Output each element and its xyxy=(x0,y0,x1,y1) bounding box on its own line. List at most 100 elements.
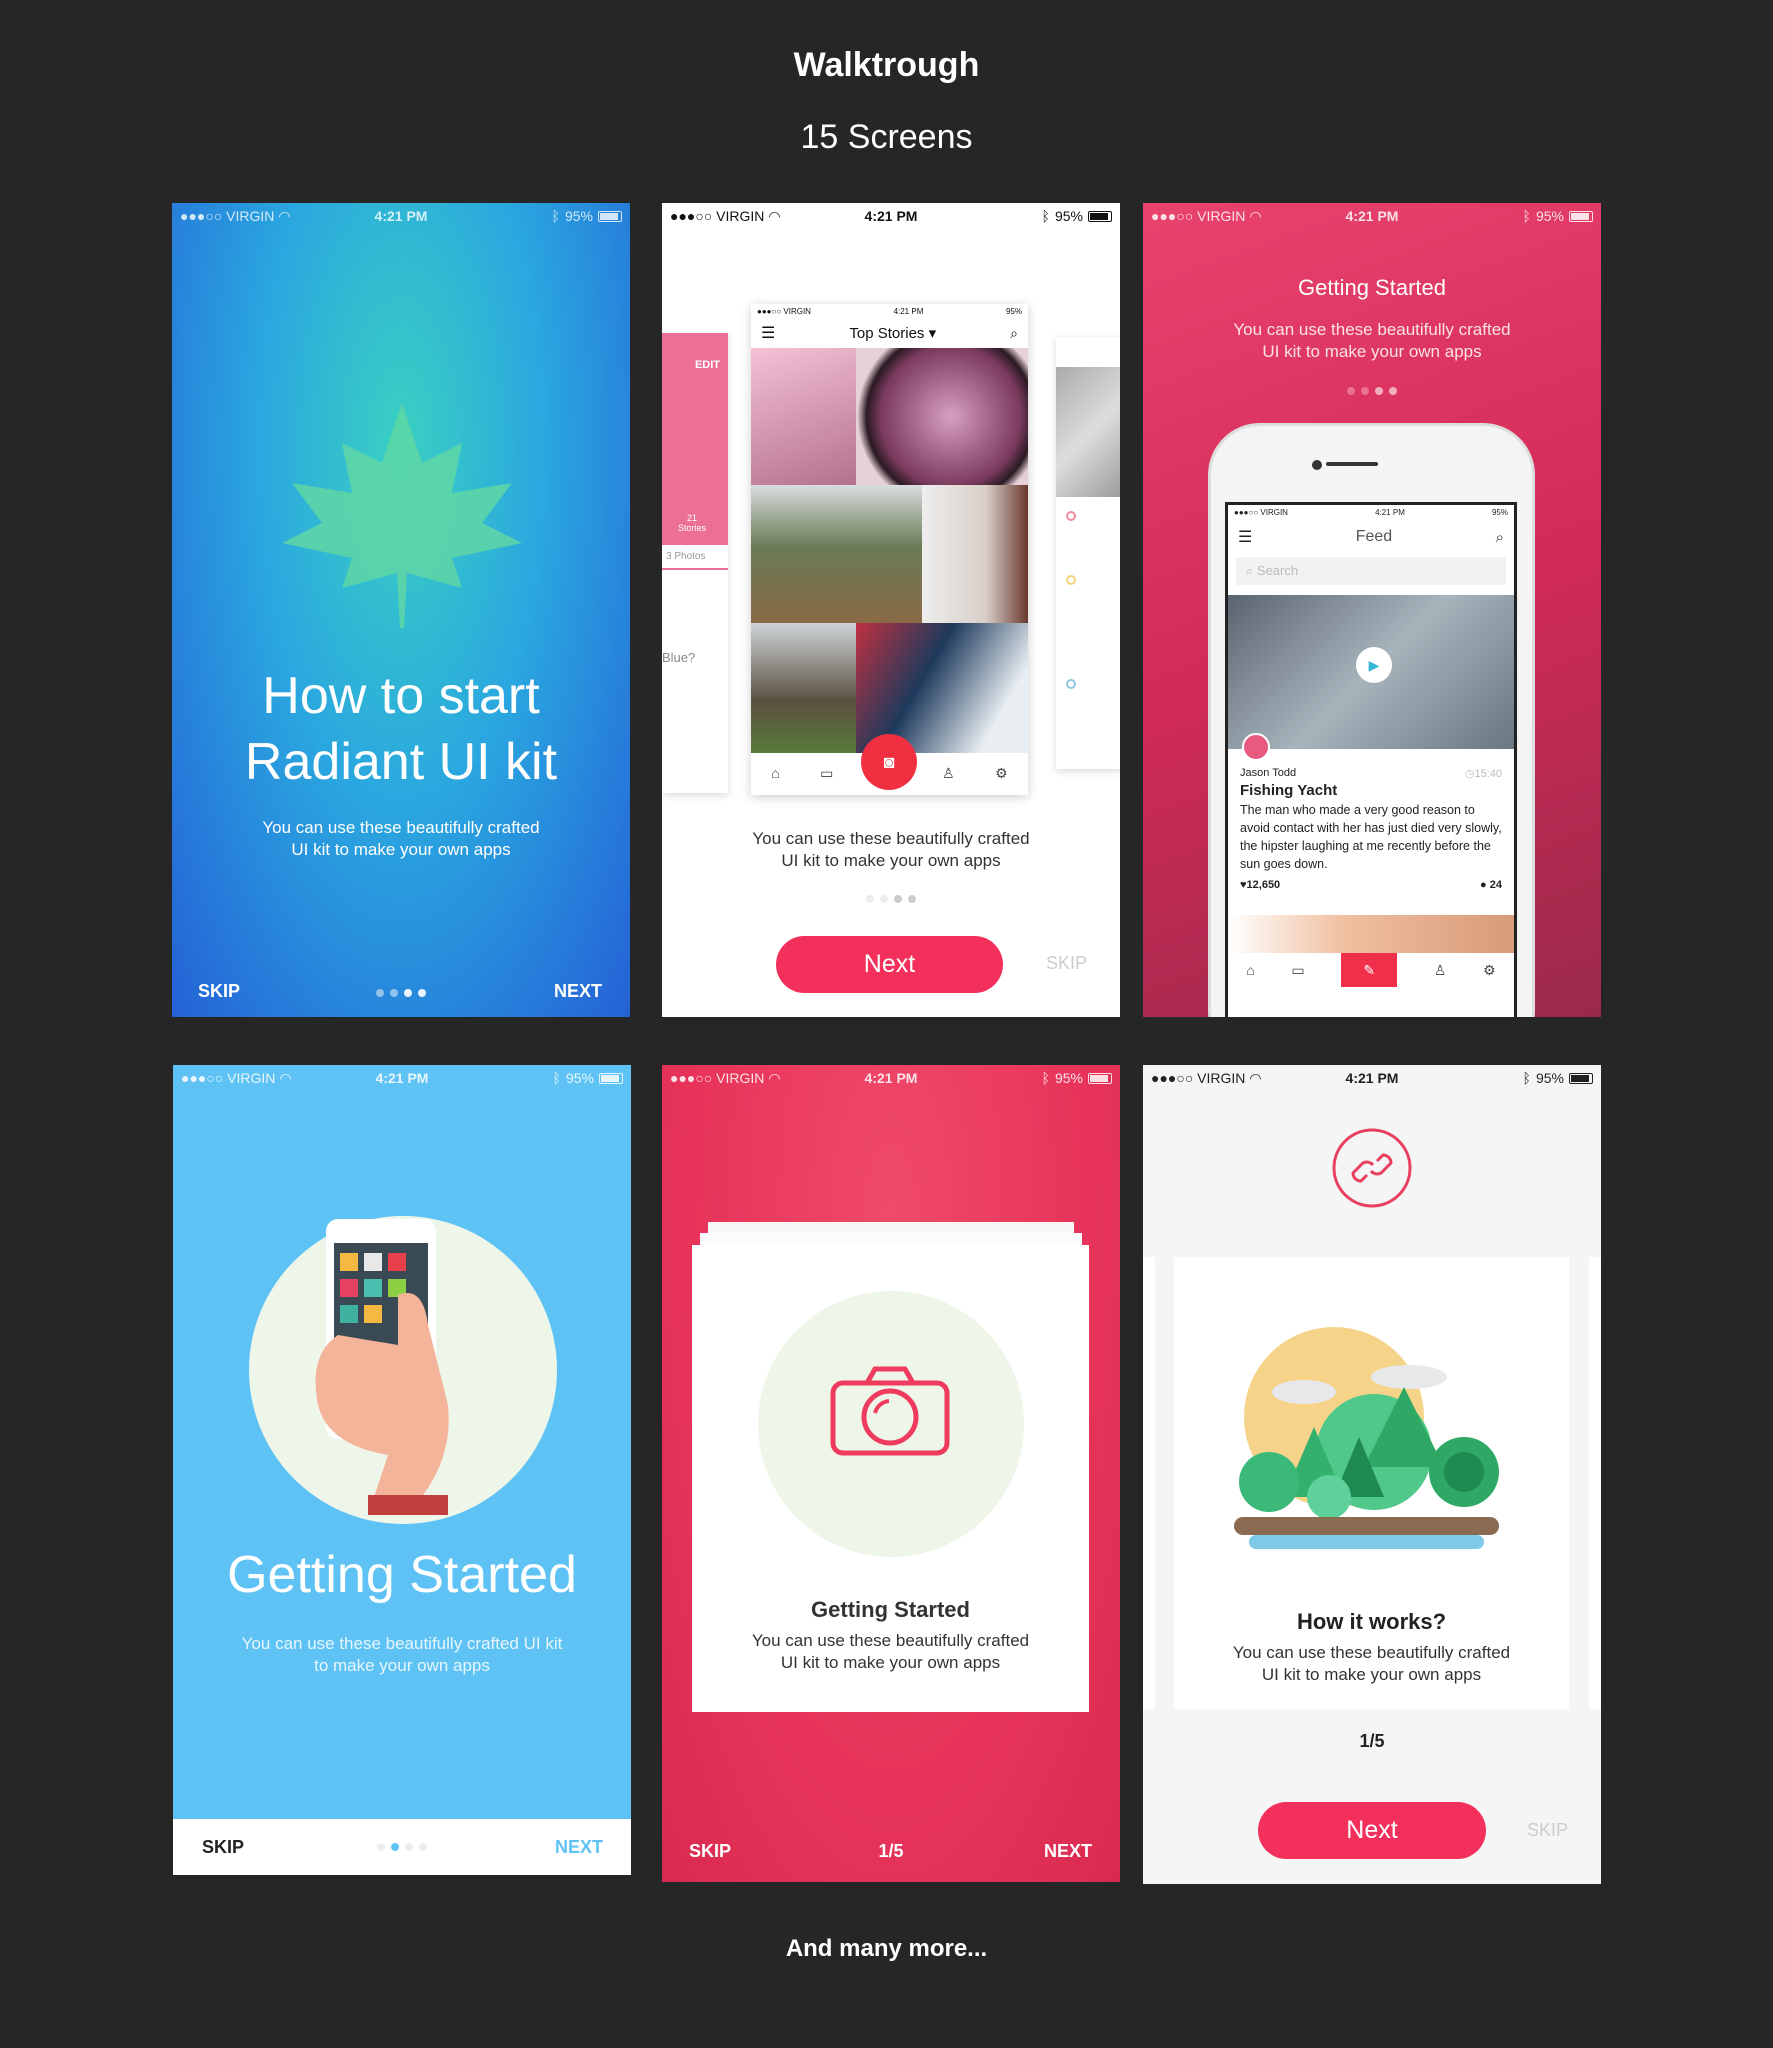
mock-status-bar: ●●●○○ VIRGIN 4:21 PM 95% xyxy=(1234,508,1508,517)
dot[interactable] xyxy=(390,989,398,997)
menu-icon[interactable]: ☰ xyxy=(1238,527,1252,547)
photos-label: 3 Photos xyxy=(662,545,728,570)
next-post-image[interactable] xyxy=(1228,915,1514,953)
carrier-label: ●●●○○ VIRGIN xyxy=(1151,208,1246,224)
battery-label: 95% xyxy=(565,1070,594,1086)
bottom-bar: SKIP NEXT xyxy=(173,1819,631,1875)
tab-bar: ⌂ ▭ ✎ ♙ ⚙ xyxy=(1228,953,1514,987)
camera-dot xyxy=(1312,460,1322,470)
comments-count[interactable]: ● 24 xyxy=(1480,879,1502,891)
time-label: 4:21 PM xyxy=(1345,208,1399,224)
settings-icon[interactable]: ⚙ xyxy=(1483,962,1496,979)
settings-icon[interactable]: ⚙ xyxy=(995,765,1008,782)
subtitle-line-2: UI kit to make your own apps xyxy=(781,851,1001,870)
avatar[interactable] xyxy=(1242,733,1270,761)
photo-crowd[interactable] xyxy=(751,348,856,485)
skip-button[interactable]: SKIP xyxy=(1046,953,1087,974)
page-subtitle: 15 Screens xyxy=(800,118,973,156)
subtitle-line-1: You can use these beautifully crafted xyxy=(262,818,540,837)
screen-how-it-works: ●●●○○ VIRGIN ◠ 4:21 PM ᛒ 95% How it works?… xyxy=(1143,1065,1601,1884)
status-bar: ●●●○○ VIRGIN ◠ 4:21 PM ᛒ 95% xyxy=(173,1065,631,1091)
subtitle: You can use these beautifully crafted UI… xyxy=(173,1633,631,1677)
link-logo-icon xyxy=(1332,1128,1412,1208)
carrier-label: ●●●○○ VIRGIN xyxy=(180,208,275,224)
speaker xyxy=(1326,462,1378,466)
bluetooth-icon: ᛒ xyxy=(1522,1070,1531,1086)
compose-icon[interactable]: ✎ xyxy=(1341,953,1398,987)
search-icon[interactable]: ⌕ xyxy=(1010,325,1018,342)
wifi-icon: ◠ xyxy=(279,1069,292,1086)
likes-count[interactable]: ♥12,650 xyxy=(1240,879,1280,891)
subtitle: You can use these beautifully crafted UI… xyxy=(692,1630,1089,1674)
folder-icon[interactable]: ▭ xyxy=(1291,962,1304,979)
home-icon[interactable]: ⌂ xyxy=(1246,962,1254,978)
photo-skier[interactable] xyxy=(856,623,1028,753)
subtitle-line-1: You can use these beautifully crafted xyxy=(752,829,1030,848)
bluetooth-icon: ᛒ xyxy=(552,1070,561,1086)
photo-forest[interactable] xyxy=(751,623,856,753)
dot[interactable] xyxy=(418,989,426,997)
photo-bedroom[interactable] xyxy=(922,485,1028,623)
title: How to start Radiant UI kit xyxy=(172,663,630,795)
photo-lens[interactable] xyxy=(856,348,1028,485)
screen-how-to-start: ●●●○○ VIRGIN ◠ 4:21 PM ᛒ 95% How to start … xyxy=(172,203,630,1017)
video-thumbnail[interactable]: ▶ xyxy=(1228,595,1514,761)
bluetooth-icon: ᛒ xyxy=(1041,1070,1050,1086)
battery-label: 95% xyxy=(1535,208,1564,224)
post-time: ◷15:40 xyxy=(1464,768,1502,780)
author-name[interactable]: Jason Todd xyxy=(1240,767,1296,780)
subtitle: You can use these beautifully crafted UI… xyxy=(662,828,1120,872)
mock-title[interactable]: Top Stories ▾ xyxy=(849,324,936,342)
battery-icon xyxy=(1568,1072,1593,1084)
carrier-label: ●●●○○ VIRGIN xyxy=(670,1070,765,1086)
next-button[interactable]: NEXT xyxy=(1044,1841,1092,1862)
photo-railway[interactable] xyxy=(751,485,922,623)
post-body: The man who made a very good reason to a… xyxy=(1240,803,1502,871)
status-bar: ●●●○○ VIRGIN ◠ 4:21 PM ᛒ 95% xyxy=(662,203,1120,229)
search-icon[interactable]: ⌕ xyxy=(1496,529,1504,546)
subtitle-line-2: UI kit to make your own apps xyxy=(780,1653,1001,1672)
folder-icon[interactable]: ▭ xyxy=(820,765,833,782)
status-bar: ●●●○○ VIRGIN ◠ 4:21 PM ᛒ 95% xyxy=(172,203,630,229)
play-icon[interactable]: ▶ xyxy=(1356,647,1392,683)
left-mock-screen: EDIT 21 Stories 3 Photos Blue? xyxy=(662,333,728,793)
next-button[interactable]: NEXT xyxy=(555,1837,603,1858)
next-button[interactable]: Next xyxy=(776,936,1003,993)
screen-feed-phone: ●●●○○ VIRGIN ◠ 4:21 PM ᛒ 95% Getting Start… xyxy=(1143,203,1601,1017)
post-title[interactable]: Fishing Yacht xyxy=(1228,780,1514,801)
page-indicator: 1/5 xyxy=(1359,1731,1385,1751)
battery-label: 95% xyxy=(1054,1070,1083,1086)
subtitle: You can use these beautifully crafted UI… xyxy=(1143,319,1601,363)
mock-status-bar: ●●●○○ VIRGIN 4:21 PM 95% xyxy=(757,307,1022,316)
feed-screen: ●●●○○ VIRGIN 4:21 PM 95% ☰ Feed ⌕ ⌕ Search… xyxy=(1225,502,1517,1017)
time-label: 4:21 PM xyxy=(374,208,428,224)
bluetooth-icon: ᛒ xyxy=(1522,208,1531,224)
screen-getting-started-red: ●●●○○ VIRGIN ◠ 4:21 PM ᛒ 95% Getting Start… xyxy=(662,1065,1120,1882)
battery-icon xyxy=(1087,1072,1112,1084)
maple-leaf-icon xyxy=(282,403,522,628)
battery-icon xyxy=(597,210,622,222)
question-text: Blue? xyxy=(662,650,696,665)
next-button[interactable]: Next xyxy=(1258,1802,1486,1859)
subtitle-line-1: You can use these beautifully crafted xyxy=(751,1631,1030,1650)
edit-label: EDIT xyxy=(694,359,720,371)
home-icon[interactable]: ⌂ xyxy=(771,765,779,781)
status-bar: ●●●○○ VIRGIN ◠ 4:21 PM ᛒ 95% xyxy=(1143,1065,1601,1091)
carrier-label: ●●●○○ VIRGIN xyxy=(670,208,765,224)
page-dots xyxy=(1143,387,1601,395)
search-input[interactable]: ⌕ Search xyxy=(1236,557,1506,585)
subtitle-line-1: You can use these beautifully crafted UI… xyxy=(241,1634,563,1653)
subtitle-line-2: UI kit to make your own apps xyxy=(291,840,511,859)
title: How it works? xyxy=(1296,1609,1447,1634)
camera-fab[interactable]: ◙ xyxy=(861,734,917,790)
next-card-edge xyxy=(1589,1257,1601,1709)
dot[interactable] xyxy=(376,989,384,997)
title: Getting Started xyxy=(811,1597,970,1622)
skip-button[interactable]: SKIP xyxy=(1527,1820,1568,1841)
battery-label: 95% xyxy=(1535,1070,1564,1086)
user-icon[interactable]: ♙ xyxy=(1434,962,1447,979)
menu-icon[interactable]: ☰ xyxy=(761,323,775,343)
next-button[interactable]: NEXT xyxy=(554,981,602,1002)
user-icon[interactable]: ♙ xyxy=(942,765,955,782)
dot[interactable] xyxy=(404,989,412,997)
